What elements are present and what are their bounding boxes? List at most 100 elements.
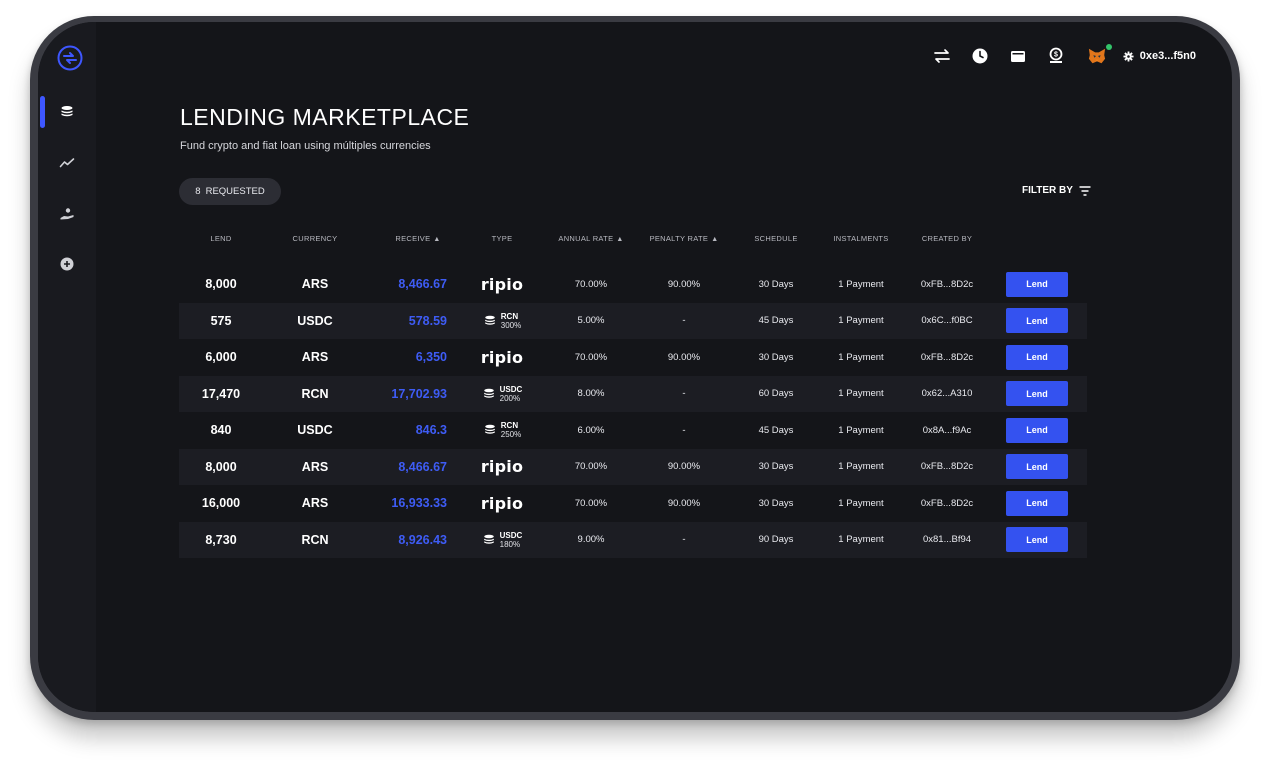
table-row: 8,000 ARS 8,466.67 ripio 70.00% 90.00% 3… (179, 266, 1087, 303)
history-button[interactable] (961, 46, 999, 66)
lend-button[interactable]: Lend (1006, 308, 1068, 334)
requested-filter-pill[interactable]: 8 REQUESTED (179, 178, 281, 205)
lend-button[interactable]: Lend (1006, 271, 1068, 297)
ripio-logo: ripio (480, 274, 524, 294)
cell-schedule: 45 Days (758, 315, 794, 327)
loans-table: LEND CURRENCY RECEIVE ▲︎ TYPE ANNUAL RATE… (179, 227, 1087, 558)
cell-instalments: 1 Payment (838, 534, 884, 546)
cell-instalments: 1 Payment (838, 424, 884, 436)
coins-icon (61, 106, 73, 117)
filter-icon (1079, 185, 1091, 196)
chart-line-icon (59, 158, 75, 168)
lend-button[interactable]: Lend (1006, 381, 1068, 407)
filter-by-label: FILTER BY (1022, 185, 1073, 196)
cell-action: Lend (987, 344, 1087, 370)
cell-created-by: 0x8A...f9Ac (922, 424, 972, 436)
collateral-currency: RCN (500, 311, 519, 321)
cell-schedule: 30 Days (758, 461, 794, 473)
metamask-button[interactable] (1075, 44, 1119, 66)
column-header-penalty-rate[interactable]: PENALTY RATE ▲︎ (631, 234, 737, 243)
deposit-button[interactable]: $ (1037, 46, 1075, 66)
ripio-logo: ripio (480, 347, 524, 367)
cell-instalments: 1 Payment (838, 497, 884, 509)
cell-type: RCN 300% (453, 312, 551, 330)
sidebar-item-activity[interactable] (38, 147, 96, 179)
cell-currency: ARS (301, 350, 329, 365)
lend-button[interactable]: Lend (1006, 344, 1068, 370)
cell-type: RCN 250% (453, 421, 551, 439)
cell-penalty-rate: 90.00% (667, 497, 701, 509)
cell-type: USDC 180% (453, 531, 551, 549)
column-header-receive[interactable]: RECEIVE ▲︎ (367, 234, 447, 243)
cell-type: ripio (453, 494, 551, 513)
cell-schedule: 45 Days (758, 424, 794, 436)
cell-penalty-rate: 90.00% (667, 278, 701, 290)
cell-lend: 6,000 (205, 350, 237, 365)
lend-button[interactable]: Lend (1006, 454, 1068, 480)
column-header-currency: CURRENCY (292, 233, 338, 243)
cell-instalments: 1 Payment (838, 351, 884, 363)
page-title: LENDING MARKETPLACE (180, 104, 470, 130)
wallet-button[interactable] (999, 46, 1037, 66)
cell-lend: 8,000 (205, 277, 237, 292)
coins-icon (483, 388, 494, 398)
filter-by-button[interactable]: FILTER BY (1022, 185, 1091, 196)
cell-lend: 575 (210, 313, 232, 328)
cell-penalty-rate: - (682, 315, 686, 327)
table-body: 8,000 ARS 8,466.67 ripio 70.00% 90.00% 3… (179, 266, 1087, 558)
requested-count: 8 (195, 186, 201, 197)
sidebar-item-create[interactable] (38, 248, 96, 280)
logo-icon[interactable] (56, 44, 84, 72)
cell-currency: ARS (301, 459, 329, 474)
cell-action: Lend (987, 271, 1087, 297)
cell-receive: 8,926.43 (398, 532, 447, 547)
cell-lend: 8,000 (205, 459, 237, 474)
cell-penalty-rate: - (682, 424, 686, 436)
cell-penalty-rate: - (682, 388, 686, 400)
cell-instalments: 1 Payment (838, 388, 884, 400)
cell-lend: 17,470 (201, 386, 241, 401)
cell-created-by: 0x62...A310 (921, 388, 973, 400)
coins-icon (484, 425, 495, 434)
cell-instalments: 1 Payment (838, 315, 884, 327)
cell-annual-rate: 70.00% (574, 497, 608, 509)
collateral-ratio: 200% (499, 393, 521, 403)
sidebar-item-marketplace[interactable] (38, 96, 96, 128)
collateral-info: USDC 180% (482, 530, 523, 549)
wallet-icon (1010, 51, 1025, 62)
cell-created-by: 0xFB...8D2c (920, 278, 974, 290)
column-header-annual-rate[interactable]: ANNUAL RATE ▲︎ (551, 234, 631, 243)
cell-annual-rate: 9.00% (577, 534, 605, 546)
cell-created-by: 0x6C...f0BC (921, 315, 973, 327)
collateral-currency: USDC (499, 530, 523, 540)
swap-icon (933, 49, 950, 63)
cell-penalty-rate: 90.00% (667, 461, 701, 473)
sidebar-item-borrow[interactable] (38, 198, 96, 230)
column-header-annual-rate-label: ANNUAL RATE (558, 233, 614, 243)
collateral-info: USDC 200% (482, 385, 523, 403)
cell-action: Lend (987, 381, 1087, 407)
column-header-penalty-rate-label: PENALTY RATE (649, 233, 709, 243)
cell-type: ripio (453, 348, 551, 367)
column-header-instalments: INSTALMENTS (833, 233, 889, 243)
column-header-lend: LEND (210, 233, 232, 243)
app-screen: $ 0xe3...f5n0 LENDING MARKETPLACE Fund c… (38, 22, 1232, 712)
plus-circle-icon (60, 257, 74, 271)
cell-created-by: 0xFB...8D2c (920, 461, 974, 473)
lend-button[interactable]: Lend (1006, 527, 1068, 553)
table-row: 16,000 ARS 16,933.33 ripio 70.00% 90.00%… (179, 485, 1087, 522)
account-button[interactable]: 0xe3...f5n0 (1123, 50, 1196, 62)
ripio-logo: ripio (480, 493, 524, 513)
page-subtitle: Fund crypto and fiat loan using múltiple… (180, 140, 431, 152)
swap-button[interactable] (923, 46, 961, 66)
cell-annual-rate: 5.00% (577, 315, 605, 327)
collateral-text: USDC 200% (500, 385, 523, 403)
cell-receive: 17,702.93 (391, 386, 447, 401)
lend-button[interactable]: Lend (1006, 490, 1068, 516)
lend-button[interactable]: Lend (1006, 417, 1068, 443)
online-status-dot (1105, 44, 1112, 50)
cell-lend: 16,000 (201, 496, 241, 511)
cell-instalments: 1 Payment (838, 461, 884, 473)
cell-action: Lend (987, 454, 1087, 480)
gear-icon (1123, 50, 1134, 62)
